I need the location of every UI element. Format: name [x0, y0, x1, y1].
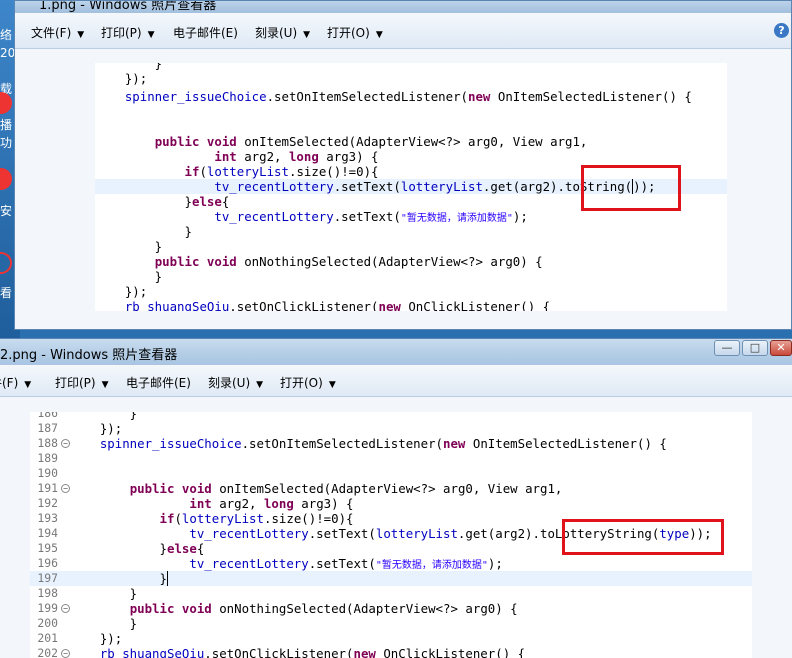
window-title: 1.png - Windows 照片查看器: [39, 0, 217, 13]
menu-open[interactable]: 打开(O) ▼: [280, 374, 336, 391]
app-icon[interactable]: [0, 252, 12, 274]
code-line-current: 197 }: [30, 571, 752, 586]
highlight-box: [562, 519, 724, 555]
menu-open[interactable]: 打开(O) ▼: [327, 24, 383, 41]
code-line: 201 });: [37, 631, 123, 646]
code-line: rb_shuangSeQiu.setOnClickListener(new On…: [124, 299, 551, 311]
highlight-box: [581, 165, 681, 211]
menu-email[interactable]: 电子邮件(E): [173, 24, 238, 41]
close-button[interactable]: ✕: [770, 340, 792, 356]
menu-bar: 文件(F) ▼ 打印(P) ▼ 电子邮件(E) 刻录(U) ▼ 打开(O) ▼ ?: [15, 13, 791, 49]
code-line: 199− public void onNothingSelected(Adapt…: [37, 601, 518, 616]
app-icon[interactable]: [0, 168, 12, 190]
photo-viewer-window-2: 2.png - Windows 照片查看器 — □ ✕ 文件(F) ▼ 打印(P)…: [0, 338, 792, 658]
menu-burn[interactable]: 刻录(U) ▼: [208, 374, 263, 391]
menu-print[interactable]: 打印(P) ▼: [55, 374, 109, 391]
fold-icon[interactable]: −: [61, 484, 70, 493]
window-title: 2.png - Windows 照片查看器: [0, 348, 178, 363]
menu-file[interactable]: 文件(F) ▼: [0, 374, 31, 391]
code-line: int arg2, long arg3) {: [214, 149, 379, 164]
photo-viewer-window-1: 1.png - Windows 照片查看器 文件(F) ▼ 打印(P) ▼ 电子邮件…: [14, 0, 792, 330]
code-line: 202− rb_shuangSeQiu.setOnClickListener(n…: [37, 646, 526, 658]
chevron-down-icon: ▼: [375, 30, 383, 40]
title-bar[interactable]: 1.png - Windows 照片查看器: [15, 1, 791, 13]
code-line: 189: [37, 451, 58, 465]
menu-label: 刻录(U): [208, 376, 251, 390]
code-line: public void onNothingSelected(AdapterVie…: [154, 254, 543, 269]
code-line: 196 tv_recentLottery.setText("暂无数据，请添加数据…: [37, 556, 503, 571]
menu-label: 刻录(U): [255, 26, 298, 40]
code-line: 186 }: [37, 412, 138, 421]
desktop-label: 安: [0, 204, 13, 218]
code-line: }: [95, 224, 192, 239]
menu-file[interactable]: 文件(F) ▼: [31, 24, 84, 41]
menu-label: 电子邮件(E): [126, 376, 191, 390]
code-line: 191− public void onItemSelected(AdapterV…: [37, 481, 563, 496]
menu-label: 电子邮件(E): [173, 26, 238, 40]
fold-icon[interactable]: −: [61, 439, 70, 448]
desktop-label: 络: [0, 28, 13, 42]
chevron-down-icon: ▼: [147, 30, 155, 40]
menu-label: 文件(F): [0, 376, 19, 390]
code-line: tv_recentLottery.setText("暂无数据，请添加数据");: [214, 209, 528, 224]
code-line: }: [95, 63, 163, 71]
image-view: 186 } 187 }); 188− spinner_issueChoice.s…: [0, 397, 792, 658]
code-line: }: [95, 269, 163, 284]
code-line: public void onItemSelected(AdapterView<?…: [154, 134, 588, 149]
help-icon[interactable]: ?: [774, 23, 789, 38]
code-line: }: [95, 239, 163, 254]
menu-label: 打印(P): [55, 376, 96, 390]
chevron-down-icon: ▼: [101, 380, 109, 390]
chevron-down-icon: ▼: [77, 30, 85, 40]
menu-label: 打开(O): [327, 26, 370, 40]
code-line: 187 });: [37, 421, 123, 436]
code-line: 198 }: [37, 586, 138, 601]
code-line: 190: [37, 466, 58, 480]
code-line: });: [95, 71, 148, 86]
menu-email[interactable]: 电子邮件(E): [126, 374, 191, 391]
code-line: });: [95, 284, 148, 299]
minimize-button[interactable]: —: [714, 340, 740, 356]
desktop-label: 播: [0, 118, 13, 132]
menu-burn[interactable]: 刻录(U) ▼: [255, 24, 310, 41]
desktop-label: 看: [0, 286, 13, 300]
code-line: 200 }: [37, 616, 138, 631]
menu-label: 打印(P): [101, 26, 142, 40]
menu-label: 打开(O): [280, 376, 323, 390]
code-line: 188− spinner_issueChoice.setOnItemSelect…: [37, 436, 667, 451]
chevron-down-icon: ▼: [24, 380, 32, 390]
desktop-label: 功: [0, 136, 13, 150]
menu-label: 文件(F): [31, 26, 72, 40]
code-line: spinner_issueChoice.setOnItemSelectedLis…: [124, 89, 692, 104]
image-view: } }); spinner_issueChoice.setOnItemSelec…: [15, 49, 791, 329]
desktop-label: 20: [0, 46, 16, 60]
fold-icon[interactable]: −: [61, 604, 70, 613]
maximize-button[interactable]: □: [742, 340, 768, 356]
fold-icon[interactable]: −: [61, 649, 70, 658]
chevron-down-icon: ▼: [256, 380, 264, 390]
chevron-down-icon: ▼: [303, 30, 311, 40]
chevron-down-icon: ▼: [328, 380, 336, 390]
menu-print[interactable]: 打印(P) ▼: [101, 24, 155, 41]
code-line: 192 int arg2, long arg3) {: [37, 496, 354, 511]
title-bar[interactable]: 2.png - Windows 照片查看器 — □ ✕: [0, 339, 792, 365]
menu-bar: 文件(F) ▼ 打印(P) ▼ 电子邮件(E) 刻录(U) ▼ 打开(O) ▼: [0, 365, 792, 397]
